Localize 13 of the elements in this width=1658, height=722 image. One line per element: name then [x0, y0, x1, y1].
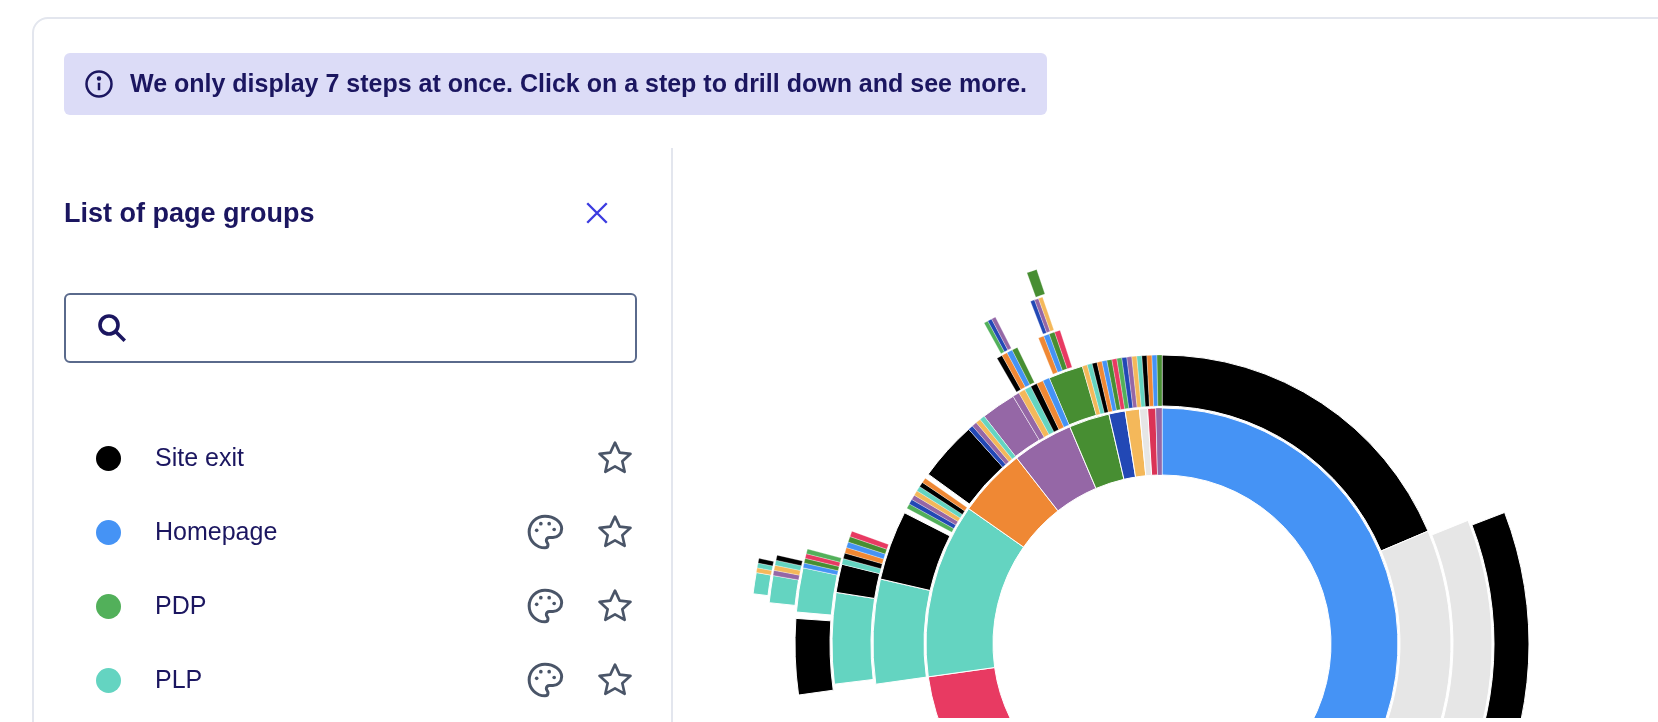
info-icon	[84, 69, 114, 99]
page-group-name: PDP	[155, 590, 208, 622]
palette-icon[interactable]	[525, 586, 565, 626]
palette-icon[interactable]	[525, 660, 565, 700]
sunburst-segments[interactable]	[752, 269, 1530, 718]
page-group-name: Homepage	[155, 516, 279, 548]
close-icon	[584, 200, 610, 226]
banner-text: We only display 7 steps at once. Click on a step to drill down and see more.	[130, 68, 1027, 100]
palette-icon[interactable]	[525, 512, 565, 552]
search-field[interactable]	[64, 293, 637, 363]
page-group-name: PLP	[155, 664, 204, 696]
page-group-name: Site exit	[155, 442, 245, 474]
panel-title: List of page groups	[64, 196, 315, 230]
